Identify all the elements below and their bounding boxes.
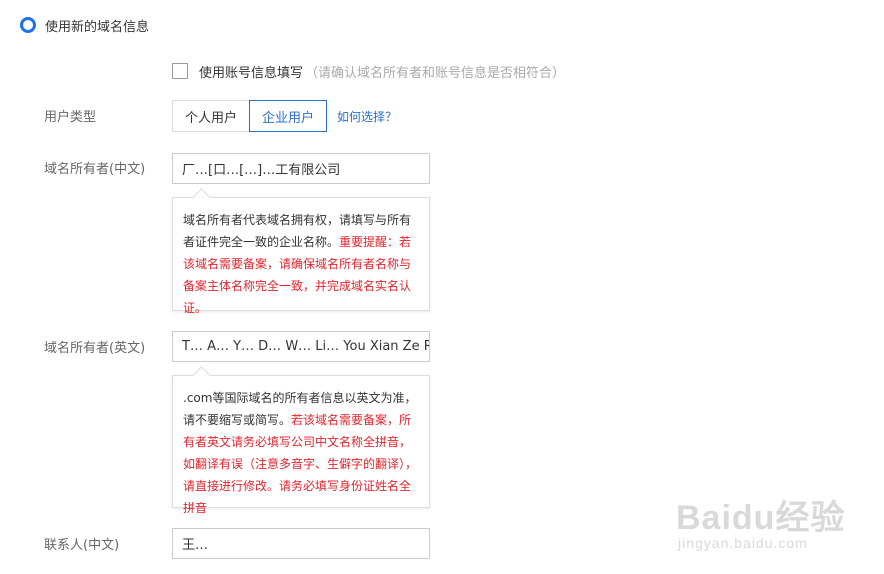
watermark-site: jingyan.baidu.com [678, 535, 808, 551]
watermark-brand: Baidu经验 [676, 499, 846, 537]
use-account-info-hint: （请确认域名所有者和账号信息是否相符合） [305, 65, 566, 81]
contact-cn-label: 联系人(中文) [44, 538, 120, 553]
owner-en-label: 域名所有者(英文) [44, 341, 146, 356]
use-new-domain-info-option[interactable]: 使用新的域名信息 [20, 15, 149, 35]
owner-en-tip: .com等国际域名的所有者信息以英文为准，请不要缩写或简写。若该域名需要备案，所… [172, 375, 430, 515]
user-type-personal-button[interactable]: 个人用户 [172, 100, 249, 132]
owner-en-tip-warning: 若该域名需要备案，所有者英文请务必填写公司中文名称全拼音，如翻译有误（注意多音字… [183, 413, 418, 515]
baidu-jingyan-watermark: Baidu经验 jingyan.baidu.com [676, 484, 876, 564]
how-to-choose-link[interactable]: 如何选择？ [337, 108, 397, 125]
owner-cn-label: 域名所有者(中文) [44, 162, 146, 177]
use-new-domain-info-label: 使用新的域名信息 [45, 19, 150, 35]
owner-en-input[interactable]: T… A… Y… D… W… Li… You Xian Ze Ren Gong [172, 331, 430, 362]
use-account-info-option[interactable]: 使用账号信息填写 （请确认域名所有者和账号信息是否相符合） [172, 61, 565, 81]
use-account-info-label: 使用账号信息填写 [199, 65, 304, 81]
owner-cn-input[interactable]: 厂…[口…[…]…工有限公司 [172, 153, 430, 184]
user-type-label: 用户类型 [44, 110, 97, 125]
owner-cn-tip: 域名所有者代表域名拥有权，请填写与所有者证件完全一致的企业名称。重要提醒：若该域… [172, 197, 430, 315]
use-account-info-checkbox[interactable] [172, 63, 188, 79]
user-type-company-button[interactable]: 企业用户 [249, 100, 327, 132]
contact-cn-input[interactable]: 王… [172, 528, 430, 559]
radio-selected-icon[interactable] [20, 17, 36, 33]
